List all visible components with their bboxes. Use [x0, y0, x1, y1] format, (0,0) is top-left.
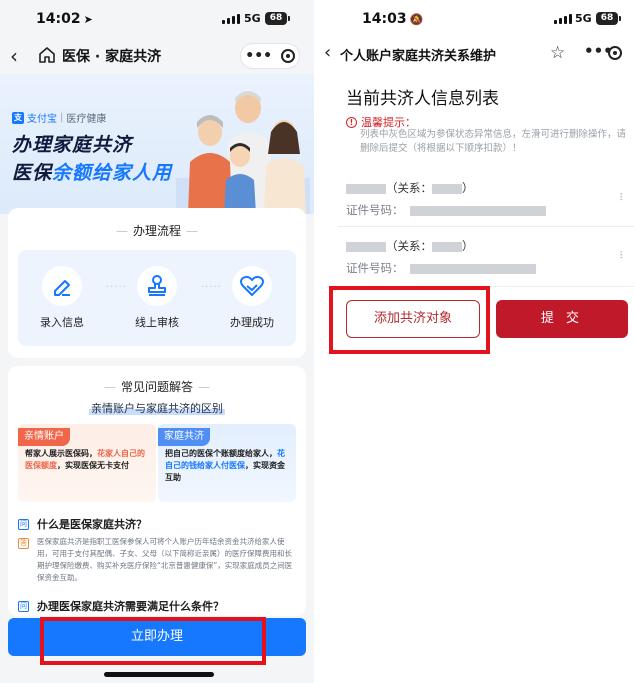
- process-title: — 办理流程 —: [115, 224, 198, 238]
- warning-icon: !: [346, 116, 357, 128]
- status-bar: 14:03 🔕 5G 68: [318, 0, 634, 40]
- heart-handshake-icon: [232, 266, 272, 306]
- back-icon[interactable]: ‹: [10, 44, 18, 68]
- signal-icon: [222, 14, 240, 24]
- home-indicator: [104, 672, 214, 677]
- family-mutual-aid-tag: 家庭共济: [158, 428, 210, 446]
- stamp-icon: [137, 266, 177, 306]
- location-arrow-icon: ➤: [83, 13, 93, 26]
- list-item[interactable]: （关系：） 证件号码： ···: [346, 234, 630, 286]
- divider: [338, 226, 634, 227]
- network-type: 5G: [575, 12, 592, 25]
- faq-title: — 常见问题解答 —: [103, 380, 210, 394]
- nav-bar: ‹ 医保 · 家庭共济 •••: [0, 40, 314, 74]
- page-title: 医保 · 家庭共济: [62, 49, 162, 65]
- redacted-relation: [432, 183, 462, 194]
- step-input-info: 录入信息: [22, 250, 102, 330]
- row-more-icon[interactable]: ···: [614, 192, 628, 200]
- redacted-relation: [432, 241, 462, 252]
- slogan-line-2: 医保余额给家人用: [12, 162, 173, 184]
- faq-answer-1: 医保家庭共济是指职工医保参保人可将个人账户历年结余资金共济给家人使用，可用于支付…: [37, 537, 293, 582]
- alipay-logo-icon: 支: [12, 111, 24, 124]
- mini-program-capsule: •••: [240, 43, 300, 69]
- slogan-line-1: 办理家庭共济: [12, 134, 133, 156]
- list-item[interactable]: （关系：） 证件号码： ···: [346, 176, 630, 228]
- home-icon[interactable]: [38, 46, 56, 64]
- faq-question-2[interactable]: 问办理医保家庭共济需要满足什么条件？: [18, 598, 224, 614]
- process-steps: 录入信息 ····· 线上审核 ····· 办理成功: [18, 250, 296, 346]
- list-title: 当前共济人信息列表: [346, 89, 499, 109]
- submit-button[interactable]: 提 交: [496, 300, 628, 338]
- highlight-box-apply: [40, 617, 266, 665]
- star-icon[interactable]: ☆: [550, 43, 565, 63]
- bell-mute-icon: 🔕: [409, 13, 424, 26]
- question-icon: 问: [18, 518, 29, 530]
- family-illustration: [176, 91, 310, 214]
- family-account-tag: 亲情账户: [18, 428, 70, 446]
- close-miniapp-icon[interactable]: [608, 46, 622, 60]
- answer-icon: 答: [18, 538, 29, 549]
- tip-body: 列表中灰色区域为参保状态异常信息，左滑可进行删除操作，请删除后提交（将根据以下顺…: [360, 129, 627, 154]
- right-phone-screen: 14:03 🔕 5G 68 ‹ 个人账户家庭共济关系维护 ☆ ••• 当前共济人信…: [318, 0, 634, 683]
- edit-icon: [42, 266, 82, 306]
- battery-icon: 68: [265, 12, 290, 25]
- left-phone-screen: 14:02 ➤ 5G 68 ‹ 医保 · 家庭共济 ••• 支 支付宝 | 医疗健…: [0, 0, 314, 683]
- more-icon[interactable]: •••: [245, 49, 272, 63]
- step-online-review: 线上审核: [117, 250, 197, 330]
- network-type: 5G: [244, 12, 261, 25]
- faq-question-1[interactable]: 问什么是医保家庭共济？: [18, 516, 147, 532]
- faq-subtitle: 亲情账户与家庭共济的区别: [89, 402, 225, 415]
- status-bar: 14:02 ➤ 5G 68: [0, 0, 314, 40]
- banner: 支 支付宝 | 医疗健康 办理家庭共济 医保余额给家人用: [0, 74, 314, 214]
- highlight-box-add: [329, 286, 490, 354]
- close-miniapp-icon[interactable]: [280, 49, 295, 63]
- signal-icon: [554, 14, 572, 24]
- status-time: 14:03 🔕: [362, 11, 424, 27]
- page-title: 个人账户家庭共济关系维护: [340, 49, 497, 64]
- process-card: — 办理流程 — 录入信息 ····· 线上审核 ····· 办理成功: [8, 208, 306, 358]
- brand-label: 支 支付宝 | 医疗健康: [12, 111, 107, 125]
- question-icon: 问: [18, 600, 29, 612]
- back-icon[interactable]: ‹: [324, 42, 331, 63]
- faq-card: — 常见问题解答 — 亲情账户与家庭共济的区别 亲情账户 帮家人展示医保码，花家人自…: [8, 366, 306, 616]
- row-more-icon[interactable]: ···: [614, 250, 628, 258]
- redacted-name: [346, 183, 386, 194]
- redacted-id: [409, 205, 546, 216]
- redacted-id: [409, 263, 536, 274]
- battery-icon: 68: [596, 12, 621, 25]
- step-success: 办理成功: [212, 250, 292, 330]
- family-mutual-aid-card[interactable]: 家庭共济 把自己的医保个账额度给家人，花自己的钱给家人付医保，实现资金互助: [158, 424, 296, 502]
- redacted-name: [346, 241, 386, 252]
- family-account-card[interactable]: 亲情账户 帮家人展示医保码，花家人自己的医保额度，实现医保无卡支付: [18, 424, 156, 502]
- status-time: 14:02 ➤: [36, 11, 93, 27]
